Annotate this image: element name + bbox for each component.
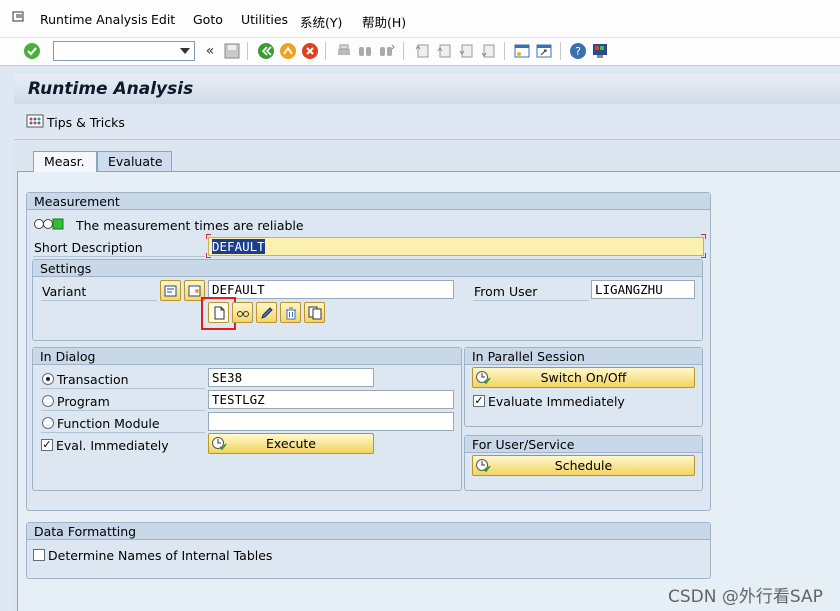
title-bar: Runtime Analysis [14, 74, 840, 104]
pencil-icon [260, 306, 273, 319]
trash-icon [285, 307, 296, 319]
variant-label: Variant [42, 284, 87, 299]
transaction-radio[interactable] [42, 373, 54, 385]
standard-toolbar: « ? [0, 38, 840, 66]
create-variant-button[interactable] [208, 302, 229, 323]
from-user-label: From User [474, 284, 538, 299]
variant-value: DEFAULT [212, 282, 265, 297]
last-page-icon[interactable] [478, 41, 498, 61]
menu-goto[interactable]: Goto [193, 12, 223, 27]
switch-on-off-button[interactable]: Switch On/Off [472, 367, 695, 388]
function-module-label: Function Module [57, 416, 160, 431]
program-label: Program [57, 394, 110, 409]
tips-tricks-button[interactable]: Tips & Tricks [26, 114, 125, 131]
switch-on-off-label: Switch On/Off [540, 370, 627, 385]
short-description-field[interactable]: DEFAULT [208, 237, 704, 256]
menu-bar: Runtime Analysis Edit Goto Utilities 系统(… [0, 0, 840, 38]
copy-variant-button[interactable] [304, 302, 325, 323]
from-user-value: LIGANGZHU [595, 282, 663, 297]
execute-button[interactable]: Execute [208, 433, 374, 454]
determine-names-label: Determine Names of Internal Tables [48, 548, 273, 563]
chevron-down-icon[interactable] [180, 48, 190, 54]
clock-icon [211, 436, 227, 455]
reliability-text: The measurement times are reliable [76, 218, 304, 233]
variant-field[interactable]: DEFAULT [208, 280, 454, 299]
next-page-icon[interactable] [456, 41, 476, 61]
user-variant-icon [188, 285, 200, 296]
back-icon[interactable] [256, 41, 276, 61]
copy-icon [308, 306, 321, 319]
cancel-icon[interactable] [300, 41, 320, 61]
find-icon[interactable] [355, 41, 375, 61]
user-service-title: For User/Service [465, 436, 702, 453]
tips-tricks-label: Tips & Tricks [47, 115, 125, 130]
settings-title: Settings [33, 260, 702, 277]
evaluate-immediately-label: Evaluate Immediately [488, 394, 625, 409]
transaction-value: SE38 [212, 370, 243, 385]
clock-icon [475, 370, 491, 389]
delete-variant-button[interactable] [280, 302, 301, 323]
shortcut-icon[interactable] [534, 41, 554, 61]
prev-page-icon[interactable] [434, 41, 454, 61]
system-menu-icon[interactable] [12, 10, 26, 27]
tab-measr[interactable]: Measr. [33, 151, 97, 172]
new-document-icon [214, 306, 224, 319]
help-icon[interactable]: ? [568, 41, 588, 61]
display-icon [164, 285, 176, 296]
new-session-icon[interactable] [512, 41, 532, 61]
first-page-icon[interactable] [412, 41, 432, 61]
save-icon[interactable] [222, 41, 242, 61]
program-field[interactable]: TESTLGZ [208, 390, 454, 409]
edit-variant-button[interactable] [256, 302, 277, 323]
in-dialog-title: In Dialog [33, 348, 461, 365]
eval-immediately-label: Eval. Immediately [56, 438, 169, 453]
evaluate-immediately-checkbox[interactable]: ✓ [473, 395, 485, 407]
collapse-icon[interactable]: « [200, 41, 220, 61]
function-module-radio[interactable] [42, 417, 54, 429]
eval-immediately-checkbox[interactable]: ✓ [41, 439, 53, 451]
execute-label: Execute [266, 436, 316, 451]
program-radio[interactable] [42, 395, 54, 407]
traffic-light-icon [33, 218, 65, 233]
menu-runtime-analysis[interactable]: Runtime Analysis [40, 12, 148, 27]
change-variant-button[interactable] [232, 302, 253, 323]
from-user-field[interactable]: LIGANGZHU [591, 280, 695, 299]
schedule-button[interactable]: Schedule [472, 455, 695, 476]
page-title: Runtime Analysis [28, 79, 194, 99]
glasses-pencil-icon [236, 310, 249, 317]
determine-names-checkbox[interactable] [33, 549, 45, 561]
print-icon[interactable] [334, 41, 354, 61]
customize-icon[interactable] [590, 41, 610, 61]
exit-icon[interactable] [278, 41, 298, 61]
enter-check-icon[interactable] [22, 41, 42, 61]
schedule-label: Schedule [554, 458, 613, 473]
short-description-label: Short Description [34, 240, 143, 255]
menu-system[interactable]: 系统(Y) [300, 12, 342, 31]
tab-evaluate[interactable]: Evaluate [97, 151, 172, 171]
menu-help[interactable]: 帮助(H) [362, 12, 406, 31]
menu-utilities[interactable]: Utilities [241, 12, 288, 27]
watermark: CSDN @外行看SAP [668, 587, 823, 607]
menu-edit[interactable]: Edit [151, 12, 175, 27]
transaction-field[interactable]: SE38 [208, 368, 374, 387]
parallel-session-title: In Parallel Session [465, 348, 702, 365]
clock-icon [475, 458, 491, 477]
data-formatting-title: Data Formatting [27, 523, 710, 540]
svg-text:?: ? [575, 45, 581, 58]
tips-icon [26, 114, 44, 131]
measurement-title: Measurement [27, 193, 710, 210]
short-description-value: DEFAULT [212, 239, 265, 254]
find-next-icon[interactable] [377, 41, 397, 61]
application-toolbar: Tips & Tricks [14, 104, 840, 140]
command-field[interactable] [53, 41, 195, 61]
program-value: TESTLGZ [212, 392, 265, 407]
function-module-field[interactable] [208, 412, 454, 431]
transaction-label: Transaction [57, 372, 129, 387]
variant-display-button[interactable] [160, 280, 181, 301]
